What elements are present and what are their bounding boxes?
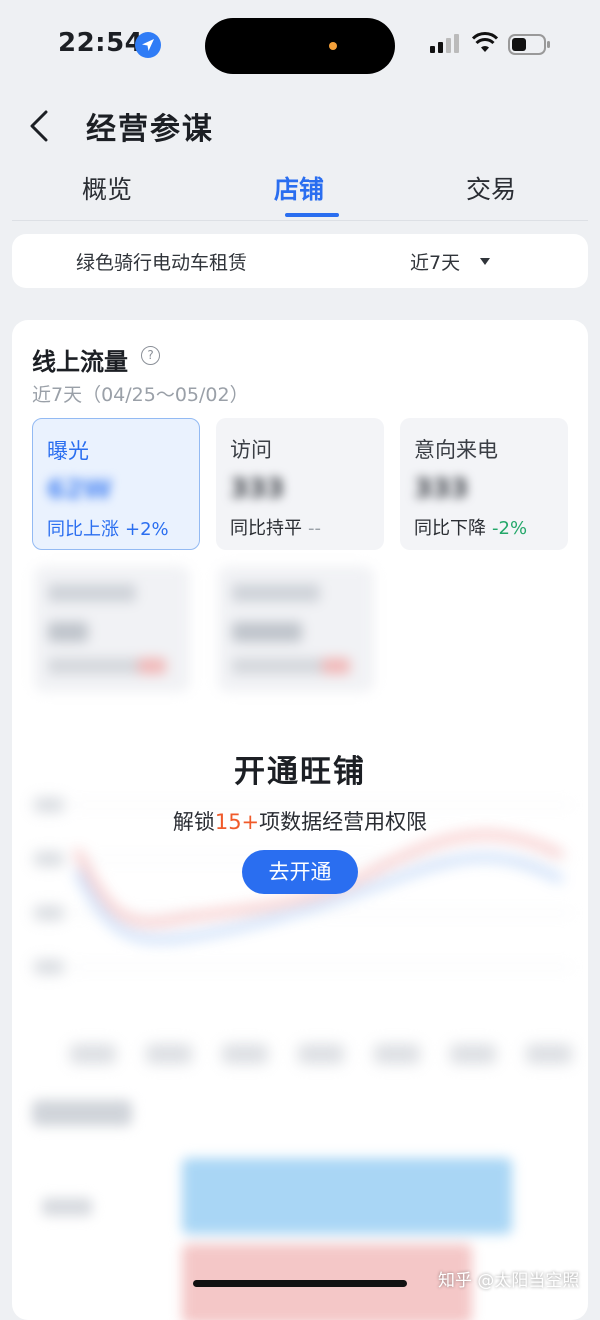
watermark: 知乎 @太阳当空照 [438,1271,580,1291]
upgrade-title: 开通旺铺 [234,754,366,790]
active-tab-indicator [285,213,339,217]
home-indicator[interactable] [193,1280,407,1287]
compare-text: 同比持平 [230,518,302,539]
locked-metric-placeholder [218,566,374,692]
location-icon [135,32,161,58]
upgrade-desc-highlight: 15+ [214,810,260,834]
locked-bar-chart [42,1158,512,1320]
cellular-signal-icon [430,34,459,53]
metric-label: 访问 [230,438,272,462]
metric-label: 意向来电 [414,438,498,462]
compare-text: 同比下降 [414,518,486,539]
metric-label: 曝光 [47,439,89,463]
compare-delta: -2% [492,518,528,539]
metric-compare: 同比持平 -- [230,514,321,540]
activate-button[interactable]: 去开通 [242,850,358,894]
compare-delta: -- [308,518,321,539]
section-title: 线上流量 [32,348,128,376]
compare-text: 同比上涨 [47,519,119,540]
locked-section-heading [32,1100,132,1126]
compare-delta: +2% [125,519,169,540]
metric-value: 333 [230,474,285,504]
dynamic-island [205,18,395,74]
page-title: 经营参谋 [86,112,214,147]
date-range: 近7天（04/25～05/02） [32,384,249,406]
store-name[interactable]: 绿色骑行电动车租赁 [76,248,247,275]
tab-store[interactable]: 店铺 [274,170,324,206]
upgrade-desc-suffix: 项数据经营用权限 [259,810,428,834]
metric-compare: 同比上涨 +2% [47,515,169,541]
battery-icon [508,34,550,55]
locked-metric-placeholder [34,566,190,692]
tab-overview[interactable]: 概览 [82,170,132,206]
wifi-icon [472,32,498,52]
metric-value: 333 [414,474,469,504]
caret-down-icon[interactable] [480,258,490,265]
back-arrow-icon[interactable] [24,106,64,146]
metric-exposure[interactable]: 曝光 62W 同比上涨 +2% [32,418,200,550]
metric-value: 62W [47,475,112,505]
help-icon[interactable]: ? [141,346,160,365]
upgrade-desc-prefix: 解锁 [172,810,215,834]
status-bar: 22:54 [0,0,600,92]
traffic-card: 线上流量 ? 近7天（04/25～05/02） 曝光 62W 同比上涨 +2% 访… [12,320,588,1320]
tab-bar: 概览 店铺 交易 [12,160,588,221]
period-select[interactable]: 近7天 [410,248,460,275]
store-filter-bar: 绿色骑行电动车租赁 近7天 [12,234,588,288]
metric-compare: 同比下降 -2% [414,514,527,540]
metric-calls[interactable]: 意向来电 333 同比下降 -2% [400,418,568,550]
upgrade-description: 解锁15+项数据经营用权限 [12,806,588,836]
clock: 22:54 [58,28,144,58]
metric-visits[interactable]: 访问 333 同比持平 -- [216,418,384,550]
tab-trade[interactable]: 交易 [466,170,516,206]
